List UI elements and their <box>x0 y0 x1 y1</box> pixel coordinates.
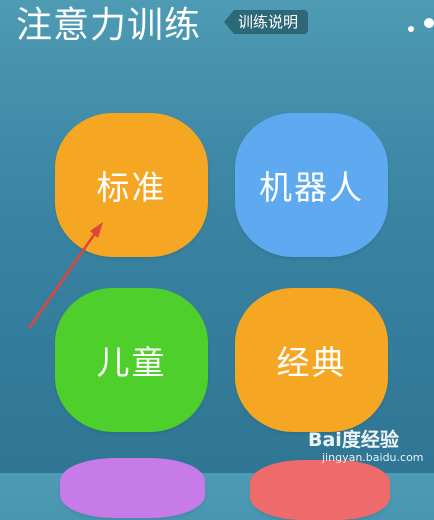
page-title: 注意力训练 <box>16 5 202 46</box>
mode-classic-button[interactable]: 经典 <box>235 288 388 432</box>
mode-robot-button[interactable]: 机器人 <box>235 113 388 257</box>
watermark-brand: Bai度经验 <box>308 429 399 451</box>
mode-child-button[interactable]: 儿童 <box>55 288 208 432</box>
mode-child-label: 儿童 <box>96 343 167 382</box>
watermark-url: jingyan.baidu.com <box>322 451 424 464</box>
mode-standard-button[interactable]: 标准 <box>55 113 208 257</box>
mode-standard-label: 标准 <box>96 168 167 207</box>
mode-robot-label: 机器人 <box>259 168 364 207</box>
mode-tile-purple[interactable] <box>60 458 205 518</box>
baidu-jingyan-watermark: Bai度经验 jingyan.baidu.com <box>308 425 426 469</box>
mode-tile-red[interactable] <box>250 460 390 520</box>
training-instructions-button[interactable]: 训练说明 <box>224 10 309 34</box>
mode-classic-label: 经典 <box>276 343 347 382</box>
corner-decoration <box>408 18 434 32</box>
